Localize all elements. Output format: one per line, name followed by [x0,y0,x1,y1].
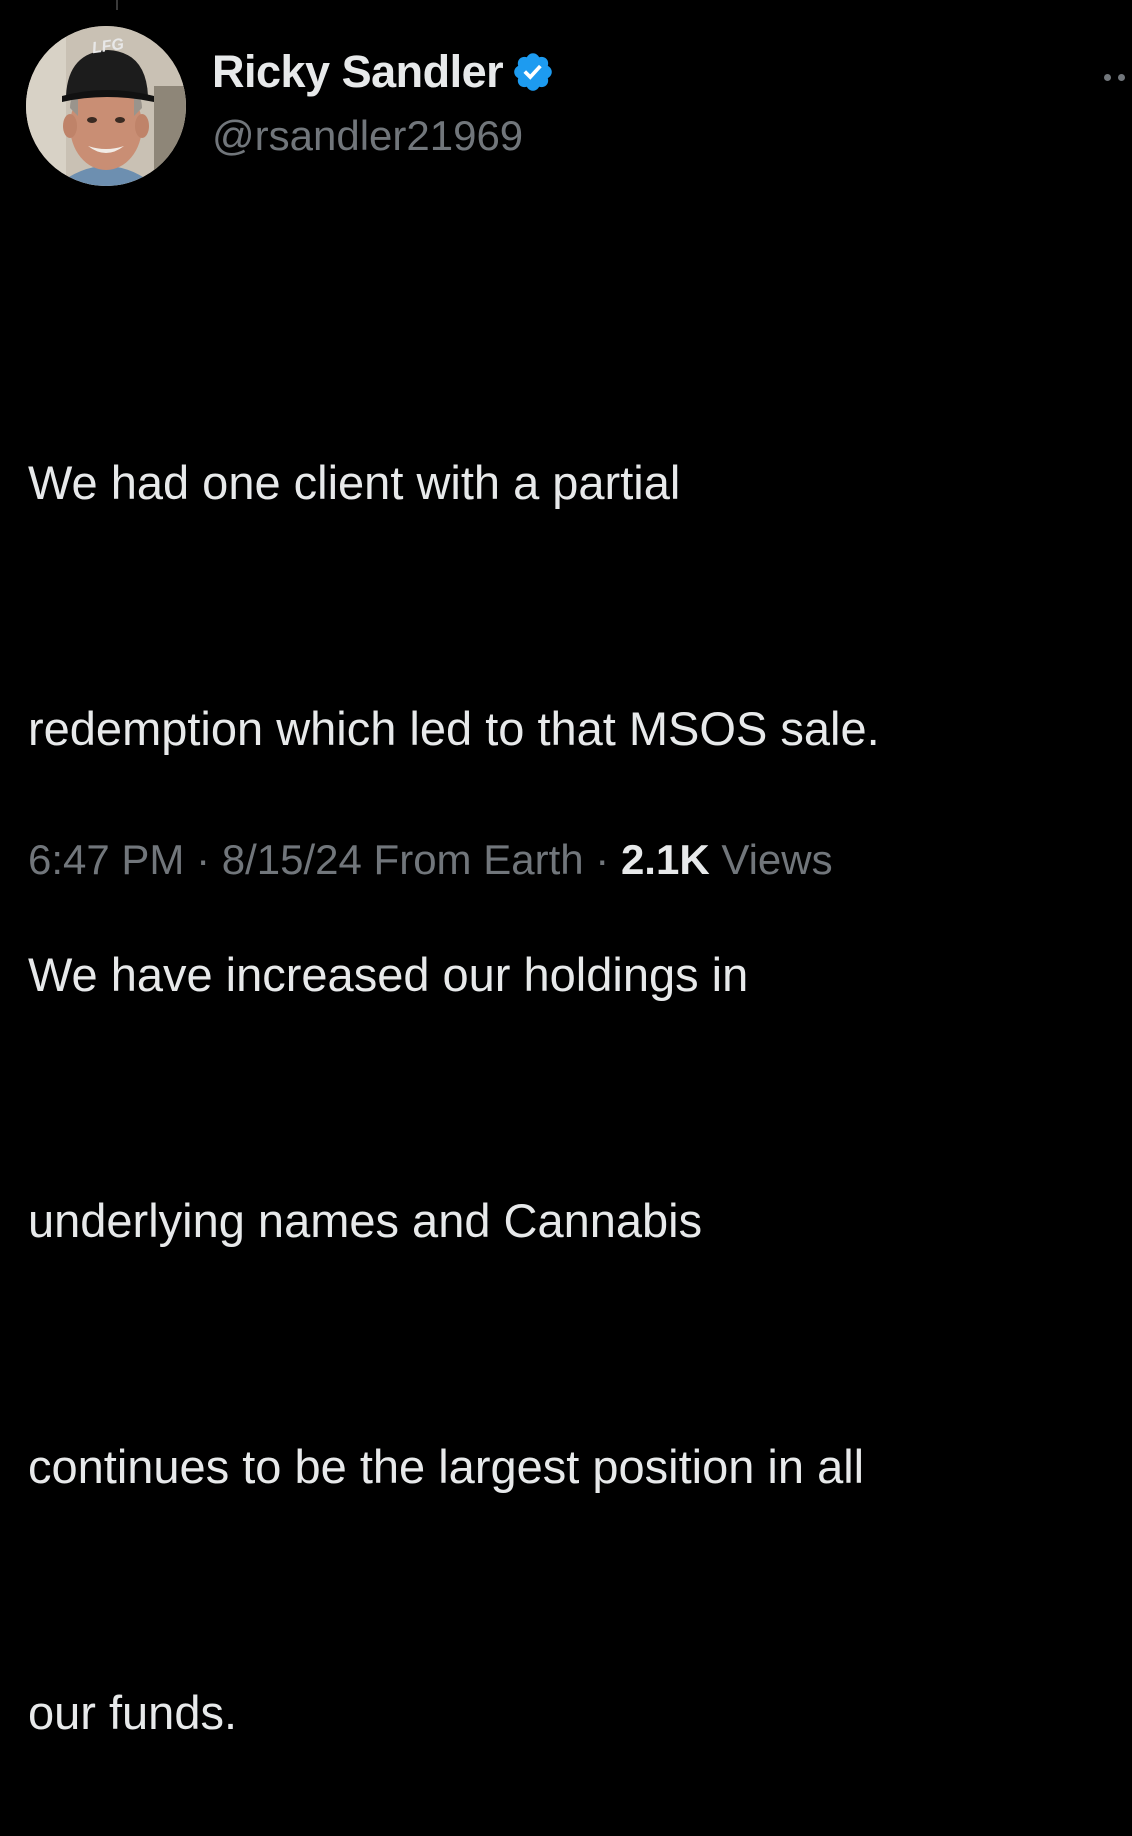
tweet-time[interactable]: 6:47 PM [28,836,184,883]
tweet-text-line: underlying names and Cannabis [28,1194,703,1247]
more-options-icon[interactable] [1102,70,1132,84]
top-divider [116,0,118,10]
author-display-name[interactable]: Ricky Sandler [212,46,504,98]
meta-separator: · [184,836,222,883]
tweet-text-line: continues to be the largest position in … [28,1440,865,1493]
views-label: Views [709,836,833,883]
tweet-date[interactable]: 8/15/24 [222,836,362,883]
tweet-text-line: We have increased our holdings in [28,948,749,1001]
tweet-location: From Earth [361,836,584,883]
author-name-row: Ricky Sandler [212,46,555,98]
tweet-text: We had one client with a partial redempt… [28,278,1128,1836]
verified-badge-icon[interactable] [511,50,555,94]
avatar[interactable]: LFG [26,26,186,186]
tweet-meta: 6:47 PM · 8/15/24 From Earth · 2.1K View… [28,836,833,884]
tweet-header: LFG Ricky Sandler @rsandler21969 [26,26,1132,186]
tweet-text-line: We had one client with a partial [28,456,681,509]
tweet-text-line: our funds. [28,1686,238,1739]
author-handle[interactable]: @rsandler21969 [212,112,523,160]
tweet-text-line: redemption which led to that MSOS sale. [28,702,880,755]
meta-separator: · [583,836,621,883]
views-count[interactable]: 2.1K [621,836,710,883]
